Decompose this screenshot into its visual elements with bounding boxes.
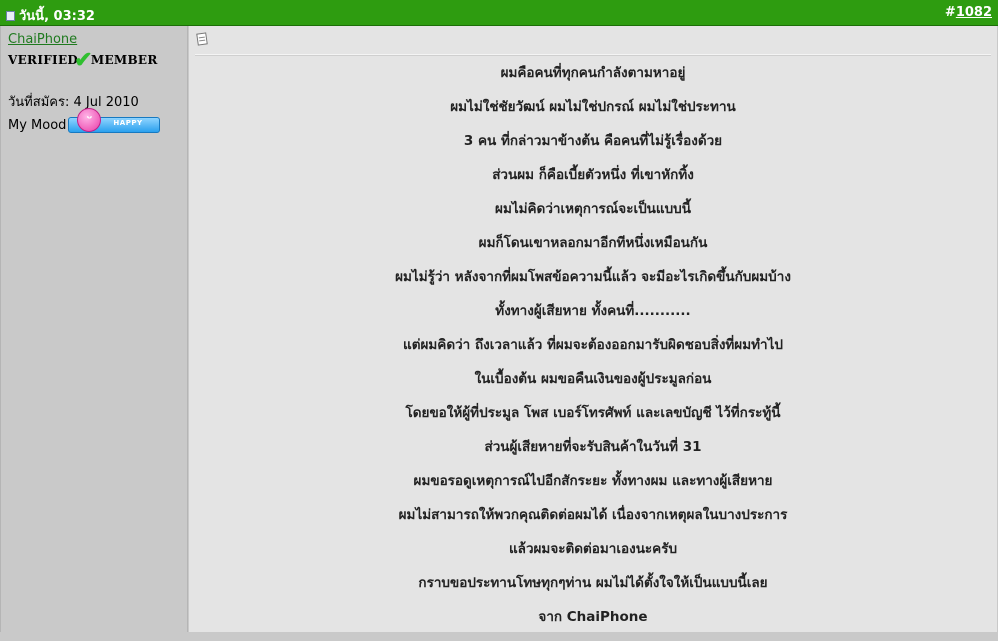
post-header-bar: วันนี้, 03:32 #1082 — [0, 0, 998, 26]
mood-badge: ᵕ HAPPY — [68, 108, 161, 133]
post-line: 3 คน ที่กล่าวมาข้างต้น คือคนที่ไม่รู้เรื… — [463, 133, 723, 149]
post-line: โดยขอให้ผู้ที่ประมูล โพส เบอร์โทรศัพท์ แ… — [405, 405, 781, 421]
post-number: #1082 — [945, 5, 992, 20]
username-link[interactable]: ChaiPhone — [8, 32, 77, 47]
join-date: วันที่สมัคร: 4 Jul 2010 — [8, 91, 139, 112]
post-content: ผมคือคนที่ทุกคนกำลังตามหาอยู่ ผมไม่ใช่ชั… — [189, 26, 997, 632]
user-info-panel: ChaiPhone VERIFIED ✔ MEMBER วันที่สมัคร:… — [1, 26, 188, 632]
join-date-value: 4 Jul 2010 — [73, 95, 139, 110]
post-divider — [195, 54, 991, 56]
post-status-icon — [6, 10, 15, 21]
post-line: ผมไม่รู้ว่า หลังจากที่ผมโพสข้อความนี้แล้… — [395, 269, 791, 285]
join-date-label: วันที่สมัคร: — [8, 95, 70, 110]
post-line: ผมขอรอดูเหตุการณ์ไปอีกสักระยะ ทั้งทางผม … — [413, 473, 773, 489]
post-number-link[interactable]: 1082 — [956, 5, 992, 20]
rank-text-right: MEMBER — [90, 53, 158, 67]
rank-text-left: VERIFIED — [8, 53, 79, 67]
post-line: ผมคือคนที่ทุกคนกำลังตามหาอยู่ — [500, 65, 686, 81]
post-signature: จาก ChaiPhone — [538, 609, 648, 625]
post-message: ผมคือคนที่ทุกคนกำลังตามหาอยู่ ผมไม่ใช่ชั… — [189, 63, 997, 641]
user-rank: VERIFIED ✔ MEMBER — [8, 49, 158, 71]
post-line: กราบขอประทานโทษทุกๆท่าน ผมไม่ได้ตั้งใจให… — [418, 575, 768, 591]
post-line: ผมก็โดนเขาหลอกมาอีกทีหนึ่งเหมือนกัน — [478, 235, 708, 251]
post-line: ในเบื้องต้น ผมขอคืนเงินของผู้ประมูลก่อน — [474, 371, 712, 387]
post-line: ผมไม่คิดว่าเหตุการณ์จะเป็นแบบนี้ — [495, 201, 691, 217]
post-line: แต่ผมคิดว่า ถึงเวลาแล้ว ที่ผมจะต้องออกมา… — [403, 337, 783, 353]
post-line: ผมไม่ใช่ชัยวัฒน์ ผมไม่ใช่ปกรณ์ ผมไม่ใช่ป… — [450, 99, 736, 115]
mood-value: HAPPY — [113, 119, 143, 127]
post-icon — [196, 32, 208, 46]
post-line: ส่วนผู้เสียหายที่จะรับสินค้าในวันที่ 31 — [484, 439, 702, 455]
post-container: ChaiPhone VERIFIED ✔ MEMBER วันที่สมัคร:… — [0, 26, 998, 632]
mood-label: My Mood — [8, 117, 67, 133]
post-line: แล้วผมจะติดต่อมาเองนะครับ — [508, 541, 678, 557]
smiley-icon: ᵕ — [77, 108, 102, 132]
post-date-text: วันนี้, 03:32 — [19, 9, 95, 24]
user-mood: My Mood ᵕ HAPPY — [8, 108, 161, 133]
post-date: วันนี้, 03:32 — [6, 5, 95, 26]
post-line: ทั้งทางผู้เสียหาย ทั้งคนที่........... — [495, 303, 691, 319]
post-line: ผมไม่สามารถให้พวกคุณติดต่อผมได้ เนื่องจา… — [398, 507, 788, 523]
post-number-prefix: # — [944, 5, 956, 20]
post-line: ส่วนผม ก็คือเบี้ยตัวหนึ่ง ที่เขาหักทิ้ง — [492, 167, 694, 183]
